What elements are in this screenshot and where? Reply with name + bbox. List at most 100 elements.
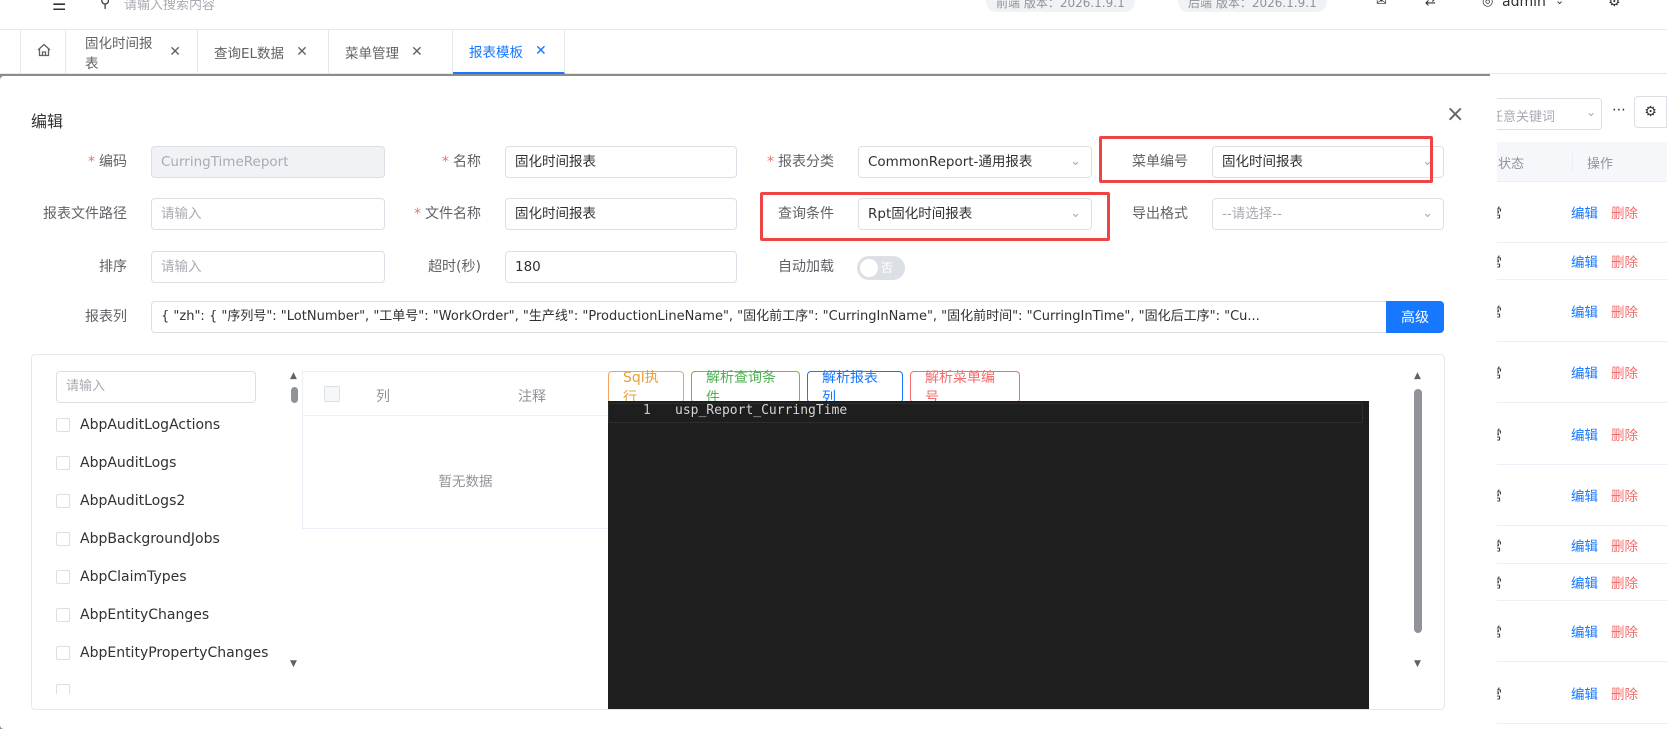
- close-icon[interactable]: ✕: [296, 44, 308, 60]
- list-scrollbar[interactable]: ▲ ▼: [289, 371, 299, 669]
- delete-link[interactable]: 删除: [1611, 301, 1638, 321]
- checkbox[interactable]: [56, 494, 70, 508]
- column-settings-icon[interactable]: ⚙: [1634, 96, 1667, 128]
- scroll-thumb[interactable]: [1414, 389, 1422, 633]
- category-value: CommonReport-通用报表: [868, 154, 1033, 170]
- dialog-title: 编辑: [31, 112, 64, 131]
- edit-link[interactable]: 编辑: [1571, 301, 1598, 321]
- sql-execute-button[interactable]: Sql执行: [608, 370, 684, 406]
- checkbox[interactable]: [56, 608, 70, 622]
- table-row: 正常编辑删除: [1475, 601, 1667, 662]
- toggle-text: 否: [881, 261, 894, 275]
- delete-link[interactable]: 删除: [1611, 362, 1638, 382]
- tab-label: 固化时间报表: [85, 36, 153, 72]
- delete-link[interactable]: 删除: [1611, 485, 1638, 505]
- edit-link[interactable]: 编辑: [1571, 424, 1598, 444]
- filename-input[interactable]: 固化时间报表: [505, 198, 737, 230]
- chevron-down-icon: ⌄: [1422, 206, 1433, 221]
- required-mark: *: [442, 154, 449, 170]
- tab-curing-time-report[interactable]: 固化时间报表 ✕: [69, 30, 198, 74]
- tab-menu-management[interactable]: 菜单管理 ✕: [329, 30, 453, 74]
- scroll-up-icon[interactable]: ▲: [290, 371, 297, 381]
- checkbox[interactable]: [56, 570, 70, 584]
- autoload-label: 自动加载: [770, 251, 834, 283]
- edit-link[interactable]: 编辑: [1571, 202, 1598, 222]
- advanced-button[interactable]: 高级: [1386, 301, 1444, 333]
- parse-menu-button[interactable]: 解析菜单编号: [910, 370, 1020, 406]
- table-row: 正常编辑删除: [1475, 243, 1667, 280]
- table-search-input[interactable]: 请输入: [56, 371, 256, 403]
- tab-query-el-data[interactable]: 查询EL数据 ✕: [198, 30, 329, 74]
- code-editor[interactable]: 1 usp_Report_CurringTime: [608, 401, 1369, 709]
- edit-link[interactable]: 编辑: [1571, 535, 1598, 555]
- table-row: 正常编辑删除: [1475, 465, 1667, 526]
- translate-icon[interactable]: ⇄: [1425, 0, 1436, 9]
- more-icon[interactable]: ⋯: [1612, 102, 1626, 118]
- category-select[interactable]: CommonReport-通用报表 ⌄: [858, 146, 1092, 178]
- list-item[interactable]: AbpAuditLogs: [56, 452, 176, 474]
- delete-link[interactable]: 删除: [1611, 572, 1638, 592]
- tab-report-template[interactable]: 报表模板 ✕: [453, 30, 565, 74]
- scroll-thumb[interactable]: [291, 387, 298, 403]
- global-search-input[interactable]: 请输入搜索内容: [124, 0, 215, 13]
- autoload-toggle[interactable]: 否: [857, 256, 905, 280]
- list-item[interactable]: AbpBackgroundJobs: [56, 528, 220, 550]
- table-row: 正常编辑删除: [1475, 662, 1667, 724]
- user-icon[interactable]: ◎: [1482, 0, 1493, 9]
- user-name[interactable]: admin: [1502, 0, 1546, 10]
- timeout-label-text: 超时(秒): [428, 259, 481, 275]
- message-icon[interactable]: ✉: [1376, 0, 1387, 9]
- list-item[interactable]: AbpAuditLogActions: [56, 414, 220, 436]
- table-name: AbpBackgroundJobs: [80, 531, 220, 547]
- edit-link[interactable]: 编辑: [1571, 251, 1598, 271]
- path-input[interactable]: 请输入: [151, 198, 385, 230]
- name-input[interactable]: 固化时间报表: [505, 146, 737, 178]
- parse-columns-button[interactable]: 解析报表列: [807, 370, 903, 406]
- close-icon[interactable]: ✕: [411, 44, 423, 60]
- edit-link[interactable]: 编辑: [1571, 485, 1598, 505]
- edit-link[interactable]: 编辑: [1571, 572, 1598, 592]
- delete-link[interactable]: 删除: [1611, 535, 1638, 555]
- close-icon[interactable]: ✕: [169, 44, 181, 60]
- code-label: * 编码: [60, 146, 127, 178]
- delete-link[interactable]: 删除: [1611, 251, 1638, 271]
- scroll-up-icon[interactable]: ▲: [1414, 371, 1421, 381]
- delete-link[interactable]: 删除: [1611, 424, 1638, 444]
- delete-link[interactable]: 删除: [1611, 683, 1638, 703]
- close-icon[interactable]: ✕: [535, 43, 547, 59]
- delete-link[interactable]: 删除: [1611, 202, 1638, 222]
- checkbox[interactable]: [56, 646, 70, 660]
- checkbox[interactable]: [56, 532, 70, 546]
- timeout-input[interactable]: 180: [505, 251, 737, 283]
- list-item[interactable]: AbpEntityChanges: [56, 604, 209, 626]
- sort-input[interactable]: 请输入: [151, 251, 385, 283]
- select-all-checkbox[interactable]: [324, 386, 340, 402]
- checkbox[interactable]: [56, 418, 70, 432]
- edit-link[interactable]: 编辑: [1571, 621, 1598, 641]
- list-item[interactable]: AbpAuditLogs2: [56, 490, 185, 512]
- tab-home[interactable]: [20, 30, 66, 74]
- bg-search-field[interactable]: 任意关键词 ⌄: [1490, 98, 1602, 130]
- parse-query-button[interactable]: 解析查询条件: [691, 370, 800, 406]
- user-chevron-down-icon[interactable]: ⌄: [1555, 0, 1564, 7]
- list-item[interactable]: AbpEntityPropertyChanges: [56, 642, 268, 664]
- scroll-down-icon[interactable]: ▼: [290, 659, 297, 669]
- delete-link[interactable]: 删除: [1611, 621, 1638, 641]
- sort-label-text: 排序: [99, 259, 127, 275]
- chevron-down-icon: ⌄: [1070, 154, 1081, 169]
- panel-scrollbar[interactable]: ▲ ▼: [1412, 371, 1424, 669]
- columns-input[interactable]: { "zh": { "序列号": "LotNumber", "工单号": "Wo…: [151, 301, 1387, 333]
- scroll-down-icon[interactable]: ▼: [1414, 659, 1421, 669]
- list-item[interactable]: AbpClaimTypes: [56, 566, 187, 588]
- edit-link[interactable]: 编辑: [1571, 683, 1598, 703]
- chevron-down-icon: ⌄: [1586, 105, 1597, 119]
- edit-dialog: 编辑 × * 编码 CurringTimeReport * 名称 固化时间报表 * 报…: [0, 76, 1497, 729]
- code-input[interactable]: CurringTimeReport: [151, 146, 385, 178]
- checkbox[interactable]: [56, 456, 70, 470]
- code-text: usp_Report_CurringTime: [675, 403, 848, 418]
- close-icon[interactable]: ×: [1446, 102, 1464, 127]
- export-format-select[interactable]: --请选择-- ⌄: [1212, 198, 1444, 230]
- edit-link[interactable]: 编辑: [1571, 362, 1598, 382]
- menu-toggle-icon[interactable]: ☰: [52, 0, 66, 14]
- settings-icon[interactable]: ⚙: [1608, 0, 1621, 10]
